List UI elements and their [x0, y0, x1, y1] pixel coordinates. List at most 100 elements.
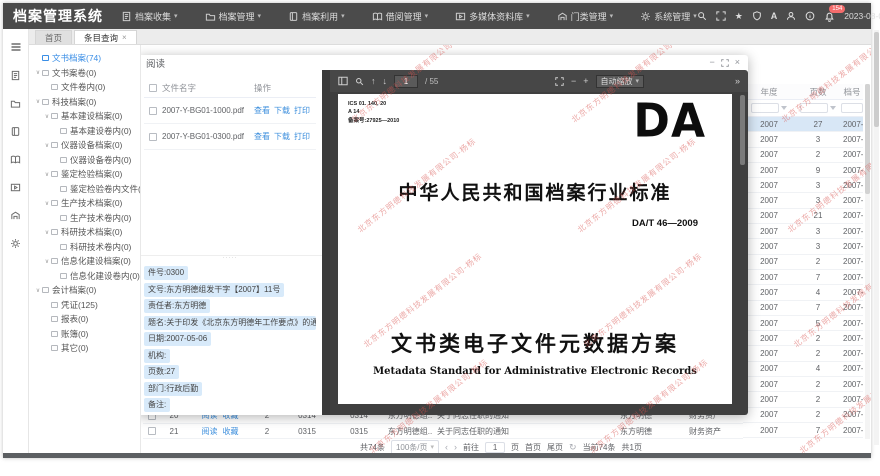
close-icon[interactable]: ×	[735, 58, 740, 67]
user-icon[interactable]	[786, 11, 796, 21]
table-row-18[interactable]: 200722007-Y	[743, 377, 863, 392]
prev-page-button[interactable]: ‹	[445, 442, 448, 452]
tree-expand-icon[interactable]: ∨	[43, 229, 51, 236]
table-row-17[interactable]: 200742007-Y	[743, 362, 863, 377]
pdf-scrollbar[interactable]	[740, 95, 745, 395]
zoom-out-icon[interactable]: −	[571, 77, 576, 86]
next-page-button[interactable]: ›	[454, 442, 457, 452]
file-checkbox[interactable]	[149, 133, 157, 141]
search-icon[interactable]	[697, 11, 707, 21]
file-op-link[interactable]: 下载	[274, 105, 290, 116]
tree-node-17[interactable]: 凭证(125)	[29, 298, 140, 313]
table-row-9[interactable]: 200732007-Y	[743, 239, 863, 254]
category-icon[interactable]	[10, 210, 21, 221]
filter-icon[interactable]	[781, 106, 787, 113]
op-link[interactable]: 阅读	[202, 426, 218, 437]
tab-query[interactable]: 条目查询 ×	[74, 30, 137, 44]
table-row-19[interactable]: 200722007-Y	[743, 392, 863, 407]
pane-scrollbar[interactable]	[322, 70, 330, 415]
tree-node-19[interactable]: 账簿(0)	[29, 327, 140, 342]
year-filter-input[interactable]	[751, 103, 779, 113]
table-row-6[interactable]: 200732007-Y	[743, 193, 863, 208]
file-op-link[interactable]: 下载	[274, 131, 290, 142]
tree-node-10[interactable]: ∨生产技术档案(0)	[29, 196, 140, 211]
page-size-select[interactable]: 100条/页▾	[391, 440, 439, 454]
pdf-sidebar-icon[interactable]	[338, 76, 348, 86]
tree-node-12[interactable]: ∨科研技术档案(0)	[29, 225, 140, 240]
file-op-link[interactable]: 打印	[294, 131, 310, 142]
bell-icon[interactable]: 154	[824, 11, 835, 22]
gear-icon[interactable]	[10, 238, 21, 249]
tree-expand-icon[interactable]: ∨	[43, 142, 51, 149]
column-header-year[interactable]: 年度	[743, 84, 795, 99]
table-row-14[interactable]: 200752007-Y	[743, 316, 863, 331]
menu-item-3[interactable]: 借阅管理▾	[372, 10, 429, 23]
tab-close-icon[interactable]: ×	[122, 33, 127, 42]
refresh-icon[interactable]: ↻	[569, 442, 577, 453]
pdf-page-input[interactable]: 1	[394, 75, 418, 88]
book-icon[interactable]	[10, 126, 21, 137]
zoom-select[interactable]: 自动缩放▾	[596, 75, 645, 88]
tree-node-0[interactable]: 文书档案(74)	[29, 51, 140, 66]
first-page-button[interactable]: 首页	[525, 442, 541, 453]
tree-node-3[interactable]: ∨科技档案(0)	[29, 95, 140, 110]
tree-node-8[interactable]: ∨鉴定检验档案(0)	[29, 167, 140, 182]
table-row-5[interactable]: 200732007-Y	[743, 178, 863, 193]
table-row-8[interactable]: 200732007-Y	[743, 224, 863, 239]
table-row-20[interactable]: 200722007-Y	[743, 408, 863, 423]
last-page-button[interactable]: 尾页	[547, 442, 563, 453]
pane-resize-handle[interactable]: ·····	[141, 255, 322, 263]
table-scrollbar-thumb[interactable]	[865, 84, 870, 194]
pages-filter-input[interactable]	[800, 103, 828, 113]
tree-node-6[interactable]: ∨仪器设备档案(0)	[29, 138, 140, 153]
file-row-1[interactable]: 2007-Y-BG01-0300.pdf查看下载打印	[144, 124, 316, 150]
file-op-link[interactable]: 查看	[254, 131, 270, 142]
tree-node-20[interactable]: 其它(0)	[29, 341, 140, 356]
table-row-15[interactable]: 200722007-Y	[743, 331, 863, 346]
table-row-16[interactable]: 200722007-Y	[743, 346, 863, 361]
column-header-docno[interactable]: 档号	[841, 84, 863, 99]
file-op-link[interactable]: 打印	[294, 105, 310, 116]
tree-node-9[interactable]: 鉴定检验卷内文件(0)	[29, 182, 140, 197]
menu-item-6[interactable]: 系统管理▾	[640, 10, 697, 23]
table-row-21[interactable]: 21阅读收藏203150315东方明德组..关于同志任职的通知东方明德财务资产	[143, 424, 743, 439]
tree-node-13[interactable]: 科研技术卷内(0)	[29, 240, 140, 255]
menu-item-1[interactable]: 档案管理▾	[205, 10, 262, 23]
minimize-icon[interactable]: −	[709, 58, 714, 67]
pdf-fit-icon[interactable]	[555, 77, 564, 86]
tree-expand-icon[interactable]: ∨	[43, 200, 51, 207]
pdf-search-icon[interactable]	[355, 77, 364, 86]
page-scrollbar-thumb[interactable]	[874, 32, 879, 127]
zoom-in-icon[interactable]: +	[583, 77, 588, 86]
tree-node-4[interactable]: ∨基本建设档案(0)	[29, 109, 140, 124]
select-all-checkbox[interactable]	[149, 84, 157, 92]
pdf-prev-page-icon[interactable]: ↑	[371, 77, 376, 86]
tree-expand-icon[interactable]: ∨	[43, 258, 51, 265]
tree-node-18[interactable]: 报表(0)	[29, 312, 140, 327]
tree-node-11[interactable]: 生产技术卷内(0)	[29, 211, 140, 226]
pdf-next-page-icon[interactable]: ↓	[383, 77, 388, 86]
tree-node-7[interactable]: 仪器设备卷内(0)	[29, 153, 140, 168]
tree-expand-icon[interactable]: ∨	[34, 287, 42, 294]
folder-icon[interactable]	[10, 98, 21, 109]
file-op-link[interactable]: 查看	[254, 105, 270, 116]
table-row-12[interactable]: 200742007-Y	[743, 285, 863, 300]
table-row-13[interactable]: 200772007-Y	[743, 301, 863, 316]
op-link[interactable]: 收藏	[223, 426, 239, 437]
table-row-3[interactable]: 200722007-Y	[743, 148, 863, 163]
table-row-10[interactable]: 200722007-Y	[743, 255, 863, 270]
info-icon[interactable]	[805, 11, 815, 21]
tree-node-1[interactable]: ∨文书案卷(0)	[29, 66, 140, 81]
pdf-more-tools-icon[interactable]: »	[735, 77, 740, 86]
pdf-scrollbar-thumb[interactable]	[740, 95, 745, 165]
read-icon[interactable]	[10, 154, 21, 165]
tree-node-5[interactable]: 基本建设卷内(0)	[29, 124, 140, 139]
tree-expand-icon[interactable]: ∨	[34, 98, 42, 105]
column-header-pages[interactable]: 页数	[795, 84, 841, 99]
tree-expand-icon[interactable]: ∨	[43, 113, 51, 120]
star-icon[interactable]: ★	[735, 12, 743, 21]
table-scrollbar[interactable]	[865, 84, 870, 439]
tree-node-15[interactable]: 信息化建设卷内(0)	[29, 269, 140, 284]
table-row-2[interactable]: 200732007-Y	[743, 132, 863, 147]
docno-filter-input[interactable]	[841, 103, 863, 113]
